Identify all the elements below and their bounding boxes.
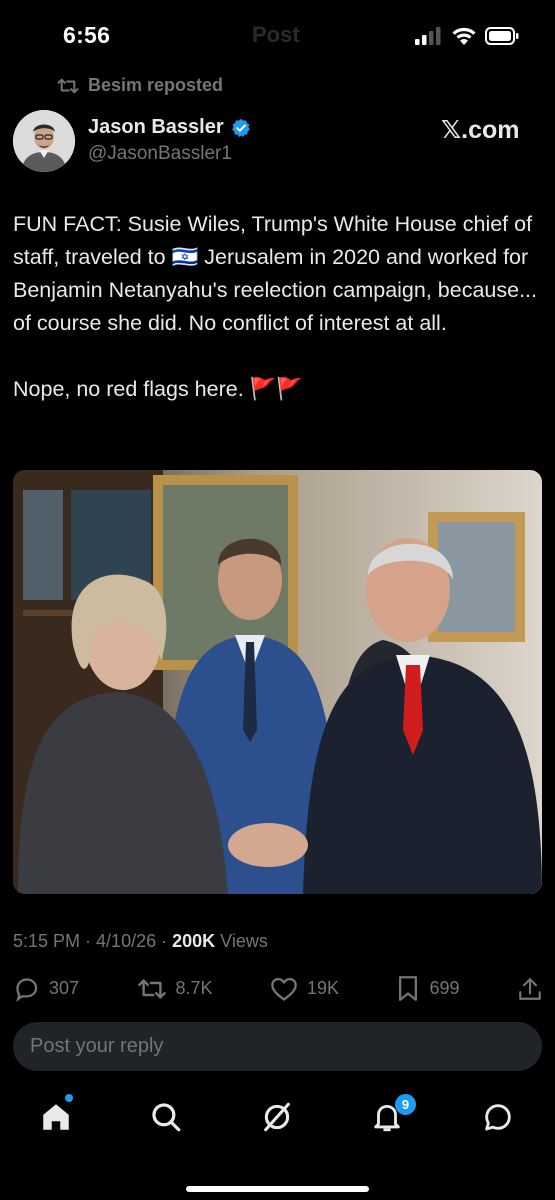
site-label: 𝕏.com	[441, 116, 520, 144]
reply-placeholder: Post your reply	[30, 1035, 164, 1057]
views-stat[interactable]: 200K Views	[172, 931, 268, 952]
repost-indicator[interactable]: Besim reposted	[57, 75, 223, 96]
avatar[interactable]	[13, 110, 75, 172]
nav-messages[interactable]	[481, 1100, 515, 1134]
post-body: FUN FACT: Susie Wiles, Trump's White Hou…	[13, 208, 543, 406]
author-name[interactable]: Jason Bassler	[88, 116, 251, 139]
post-photo[interactable]	[13, 470, 542, 894]
bottom-nav	[0, 1090, 555, 1150]
status-time: 6:56	[63, 22, 111, 48]
repost-count: 8.7K	[175, 978, 213, 998]
bookmark-button[interactable]: 699	[396, 975, 460, 1002]
grok-icon	[264, 1102, 290, 1132]
like-button[interactable]: 19K	[270, 976, 339, 1002]
heart-icon	[271, 977, 297, 1001]
views-label: Views	[220, 931, 268, 951]
nav-explore[interactable]	[149, 1100, 183, 1134]
bookmark-count: 699	[429, 978, 460, 998]
home-icon	[43, 1104, 69, 1130]
reply-input[interactable]: Post your reply	[13, 1022, 542, 1071]
share-button[interactable]	[517, 976, 543, 1002]
signal-icon	[415, 26, 441, 45]
post-paragraph-2: Nope, no red flags here. 🚩🚩	[13, 377, 304, 401]
action-bar: 307 8.7K 19K 699	[13, 975, 543, 1002]
home-unread-dot	[65, 1094, 73, 1102]
wifi-icon	[452, 27, 476, 45]
repost-icon	[137, 978, 166, 999]
post-time: 5:15 PM	[13, 931, 81, 951]
share-icon	[519, 977, 541, 1000]
chat-icon	[485, 1104, 511, 1131]
search-icon	[152, 1103, 181, 1132]
meta-separator: ·	[85, 931, 92, 951]
status-icons	[415, 26, 519, 45]
repost-button[interactable]: 8.7K	[137, 977, 213, 1001]
post-meta: 5:15 PM · 4/10/26 · 200K Views	[13, 931, 268, 952]
status-ghost-title: Post	[252, 22, 300, 47]
nav-home[interactable]	[39, 1100, 73, 1134]
reply-count: 307	[49, 978, 80, 998]
repost-icon	[57, 78, 79, 93]
repost-label: Besim reposted	[88, 75, 224, 95]
notifications-badge: 9	[395, 1094, 416, 1115]
author-name-text: Jason Bassler	[88, 116, 224, 138]
avatar-portrait	[13, 110, 75, 172]
home-indicator	[186, 1186, 369, 1192]
meta-separator: ·	[161, 931, 168, 951]
like-count: 19K	[306, 978, 340, 998]
verified-badge-icon	[231, 118, 250, 137]
post-date: 4/10/26	[96, 931, 157, 951]
battery-icon	[485, 26, 519, 45]
post-paragraph-1: FUN FACT: Susie Wiles, Trump's White Hou…	[13, 212, 537, 335]
author-handle[interactable]: @JasonBassler1	[88, 143, 232, 165]
nav-grok[interactable]	[260, 1100, 294, 1134]
bookmark-icon	[399, 976, 418, 1001]
views-count: 200K	[172, 931, 216, 951]
photo-illustration	[13, 470, 542, 894]
reply-icon	[16, 978, 38, 1002]
reply-button[interactable]: 307	[13, 975, 79, 1002]
